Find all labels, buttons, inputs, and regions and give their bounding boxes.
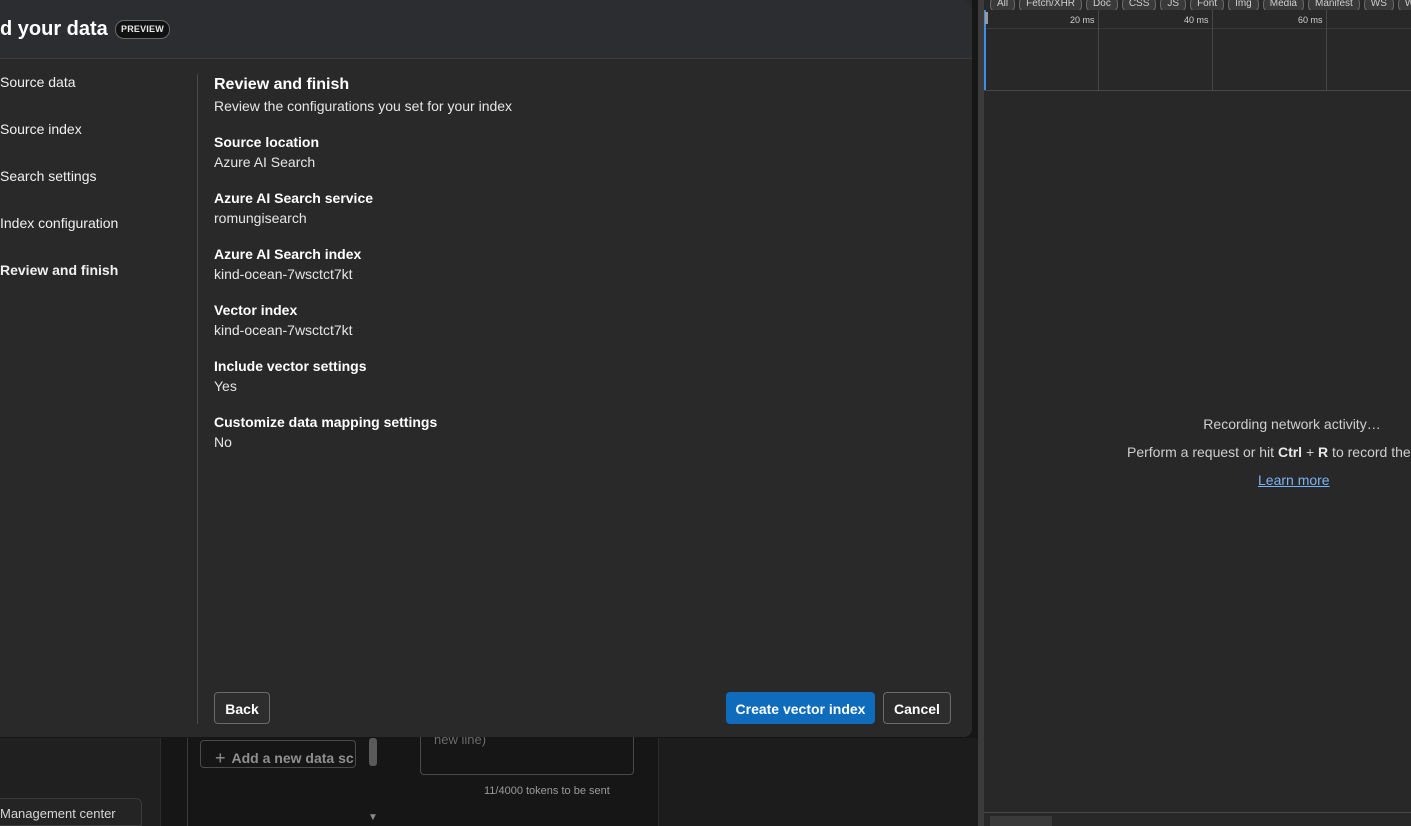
field-value: romungisearch xyxy=(214,210,307,226)
plus-icon: + xyxy=(215,748,226,768)
review-heading: Review and finish xyxy=(214,76,350,93)
field-search-index: Azure AI Search index kind-ocean-7wsctct… xyxy=(214,246,954,286)
create-vector-index-button[interactable]: Create vector index xyxy=(726,692,875,724)
field-value: No xyxy=(214,434,232,450)
add-data-source-label: Add a new data sc xyxy=(231,750,354,766)
field-value: Yes xyxy=(214,378,237,394)
devtools-bottom-tab[interactable] xyxy=(990,816,1052,826)
field-vector-index: Vector index kind-ocean-7wsctct7kt xyxy=(214,302,954,342)
recording-hint: Perform a request or hit Ctrl + R to rec… xyxy=(1127,444,1411,460)
wizard-steps: Source data Source index Search settings… xyxy=(0,74,190,309)
field-include-vector-settings: Include vector settings Yes xyxy=(214,358,954,398)
field-source-location: Source location Azure AI Search xyxy=(214,134,954,174)
background-right-panel xyxy=(658,738,979,826)
field-label: Vector index xyxy=(214,302,298,318)
timeline-drag-handle[interactable] xyxy=(985,12,988,24)
preview-badge: PREVIEW xyxy=(115,20,170,39)
timeline-gridline xyxy=(1326,10,1327,90)
step-review-and-finish[interactable]: Review and finish xyxy=(0,262,190,309)
field-label: Source location xyxy=(214,134,320,150)
network-filter-bar: All Fetch/XHR Doc CSS JS Font Img Media Manifest… xyxy=(990,0,1411,12)
timeline-header-divider xyxy=(984,28,1411,29)
step-search-settings[interactable]: Search settings xyxy=(0,168,190,215)
scroll-down-arrow-icon[interactable]: ▼ xyxy=(368,812,378,823)
back-button[interactable]: Back xyxy=(214,692,270,724)
field-label: Include vector settings xyxy=(214,358,367,374)
hint-key-r: R xyxy=(1318,444,1329,460)
hint-plus: + xyxy=(1302,444,1319,460)
hint-key-ctrl: Ctrl xyxy=(1277,444,1303,460)
recording-status: Recording network activity… xyxy=(1203,416,1381,432)
field-value: kind-ocean-7wsctct7kt xyxy=(214,322,353,338)
dialog-title: d your data xyxy=(0,18,108,40)
review-description: Review the configurations you set for yo… xyxy=(214,98,513,114)
field-value: kind-ocean-7wsctct7kt xyxy=(214,266,353,282)
network-timeline[interactable]: 20 ms 40 ms 60 ms xyxy=(984,10,1411,91)
field-search-service: Azure AI Search service romungisearch xyxy=(214,190,954,230)
field-customize-data-mapping: Customize data mapping settings No xyxy=(214,414,954,454)
cancel-button[interactable]: Cancel xyxy=(883,692,951,724)
field-label: Customize data mapping settings xyxy=(214,414,438,430)
token-count: 11/4000 tokens to be sent xyxy=(484,785,610,797)
devtools-status-bar xyxy=(984,812,1411,826)
hint-suffix: to record the reload. xyxy=(1332,444,1411,460)
field-value: Azure AI Search xyxy=(214,154,316,170)
step-index-configuration[interactable]: Index configuration xyxy=(0,215,190,262)
steps-divider xyxy=(197,74,198,724)
learn-more-link[interactable]: Learn more xyxy=(1258,472,1330,488)
management-center-button[interactable]: Management center xyxy=(0,798,142,826)
timeline-tick-label: 60 ms xyxy=(1298,15,1323,25)
hint-prefix: Perform a request or hit xyxy=(1127,444,1278,460)
timeline-tick-label: 40 ms xyxy=(1184,15,1209,25)
add-data-source-button[interactable]: + Add a new data sc xyxy=(200,740,356,768)
field-label: Azure AI Search index xyxy=(214,246,362,262)
devtools-network-panel: All Fetch/XHR Doc CSS JS Font Img Media Manifest… xyxy=(978,0,1411,826)
timeline-gridline xyxy=(1098,10,1099,90)
background-scrollbar[interactable] xyxy=(369,738,377,766)
timeline-gridline xyxy=(1212,10,1213,90)
dialog-header: d your data PREVIEW xyxy=(0,0,972,59)
field-label: Azure AI Search service xyxy=(214,190,374,206)
step-source-index[interactable]: Source index xyxy=(0,121,190,168)
timeline-tick-label: 20 ms xyxy=(1070,15,1095,25)
step-source-data[interactable]: Source data xyxy=(0,74,190,121)
add-data-dialog: d your data PREVIEW Source data Source i… xyxy=(0,0,972,737)
review-content: Review and finish Review the configurati… xyxy=(214,76,954,454)
